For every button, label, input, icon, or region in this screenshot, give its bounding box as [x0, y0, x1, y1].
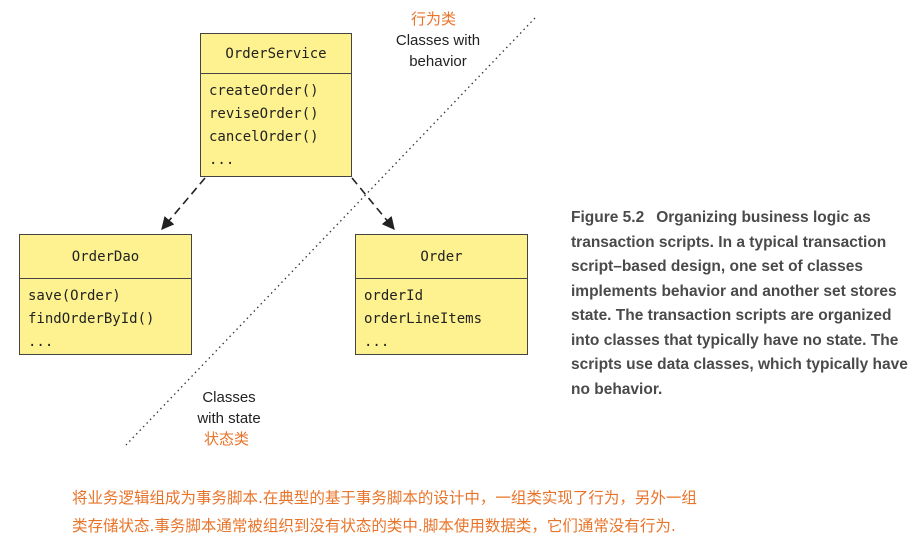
class-member: ...	[364, 334, 390, 350]
class-members: createOrder() reviseOrder() cancelOrder(…	[201, 74, 351, 172]
caption-translation: 将业务逻辑组成为事务脚本.在典型的基于事务脚本的设计中，一组类实现了行为，另外一…	[72, 484, 912, 540]
class-member: save(Order)	[28, 288, 121, 304]
translation-line: 类存储状态.事务脚本通常被组织到没有状态的类中.脚本使用数据类，它们通常没有行为…	[72, 517, 676, 535]
figure-stage: OrderService createOrder() reviseOrder()…	[0, 0, 922, 547]
class-members: save(Order) findOrderById() ...	[20, 279, 191, 354]
class-member: createOrder()	[209, 83, 319, 99]
class-name: OrderDao	[20, 235, 191, 279]
translation-line: 将业务逻辑组成为事务脚本.在典型的基于事务脚本的设计中，一组类实现了行为，另外一…	[72, 489, 697, 507]
class-member: findOrderById()	[28, 311, 155, 327]
class-member: orderId	[364, 288, 424, 304]
class-name: Order	[356, 235, 527, 279]
figure-number: Figure 5.2	[571, 209, 645, 226]
class-box-order: Order orderId orderLineItems ...	[355, 234, 528, 355]
behavior-label-cn: 行为类	[411, 10, 457, 28]
dependency-arrow-to-order-dao	[161, 177, 206, 230]
class-member: ...	[28, 334, 54, 350]
behavior-label: Classes with behavior	[395, 32, 481, 70]
state-label: Classes with state	[197, 389, 261, 427]
dependency-arrow-to-order	[351, 177, 395, 230]
class-member: reviseOrder()	[209, 106, 319, 122]
class-members: orderId orderLineItems ...	[356, 279, 527, 354]
class-member: ...	[209, 152, 235, 168]
figure-caption: Figure 5.2 Organizing business logic as t…	[571, 206, 916, 402]
class-box-order-dao: OrderDao save(Order) findOrderById() ...	[19, 234, 192, 355]
class-box-order-service: OrderService createOrder() reviseOrder()…	[200, 33, 352, 177]
state-label-cn: 状态类	[204, 430, 250, 448]
class-member: orderLineItems	[364, 311, 483, 327]
class-member: cancelOrder()	[209, 129, 319, 145]
caption-text: Organizing business logic as transaction…	[571, 209, 908, 398]
class-name: OrderService	[201, 34, 351, 74]
